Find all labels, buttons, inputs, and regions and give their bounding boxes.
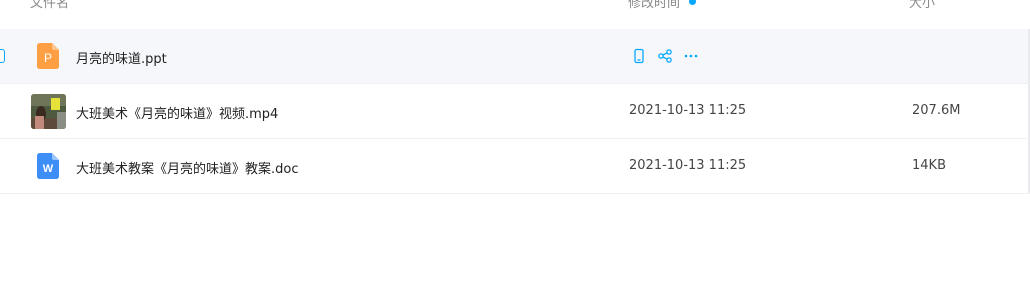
- svg-text:P: P: [44, 51, 52, 65]
- file-name[interactable]: 大班美术教案《月亮的味道》教案.doc: [76, 158, 299, 177]
- word-file-icon: W: [37, 153, 59, 179]
- file-row[interactable]: 大班美术《月亮的味道》视频.mp4 2021-10-13 11:25 207.6…: [0, 84, 1030, 139]
- file-modified-time: 2021-10-13 11:25: [629, 158, 747, 173]
- ppt-file-icon: P: [37, 43, 59, 69]
- file-size: 14KB: [912, 158, 946, 173]
- file-row[interactable]: P 月亮的味道.ppt: [0, 29, 1030, 84]
- file-name[interactable]: 大班美术《月亮的味道》视频.mp4: [76, 103, 278, 122]
- more-icon[interactable]: [683, 48, 699, 64]
- video-thumbnail: [31, 94, 66, 129]
- phone-icon[interactable]: [631, 48, 647, 64]
- sort-indicator-icon[interactable]: [689, 0, 696, 5]
- file-name[interactable]: 月亮的味道.ppt: [76, 48, 167, 67]
- column-header-name[interactable]: 文件名: [30, 0, 69, 11]
- file-list-header: 文件名 修改时间 大小: [0, 0, 1030, 14]
- row-checkbox[interactable]: [0, 49, 5, 63]
- file-row[interactable]: W 大班美术教案《月亮的味道》教案.doc 2021-10-13 11:25 1…: [0, 139, 1030, 194]
- file-list: 文件名 修改时间 大小 P 月亮的味道.ppt 大班美术《月亮的味道》视频.mp…: [0, 0, 1030, 282]
- column-header-size[interactable]: 大小: [909, 0, 935, 11]
- file-size: 207.6M: [912, 103, 961, 118]
- share-icon[interactable]: [657, 48, 673, 64]
- svg-text:W: W: [43, 163, 54, 175]
- file-modified-time: 2021-10-13 11:25: [629, 103, 747, 118]
- column-header-modified[interactable]: 修改时间: [628, 0, 680, 11]
